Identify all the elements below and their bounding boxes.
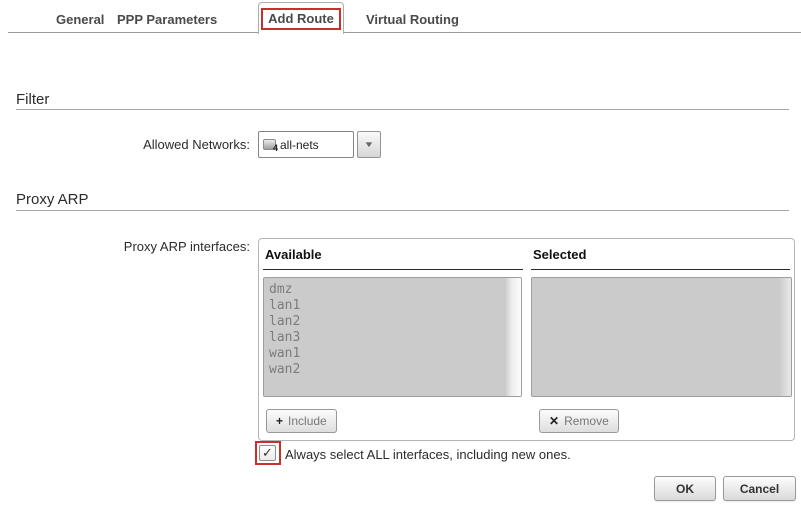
cross-icon: ✕ xyxy=(549,414,559,428)
filter-section-title: Filter xyxy=(16,91,49,108)
list-item[interactable]: dmz xyxy=(269,282,521,298)
tab-virtual-routing[interactable]: Virtual Routing xyxy=(366,6,459,32)
plus-icon: + xyxy=(276,414,283,428)
list-item[interactable]: wan1 xyxy=(269,346,521,362)
dual-list-headers: Available Selected xyxy=(263,247,790,270)
add-route-dialog: General PPP Parameters Add Route Virtual… xyxy=(0,0,801,509)
allowed-networks-dropdown-button[interactable]: ▼ xyxy=(357,131,381,158)
allowed-networks-value: all-nets xyxy=(280,138,319,152)
available-list: dmzlan1lan2lan3wan1wan2 xyxy=(264,278,521,378)
proxy-arp-interfaces-label: Proxy ARP interfaces: xyxy=(0,239,250,254)
select-all-checkbox[interactable]: ✓ xyxy=(259,445,276,461)
tab-add-route-label: Add Route xyxy=(268,11,334,26)
allowed-networks-dropdown: 4 all-nets ▼ xyxy=(258,131,381,158)
include-button-label: Include xyxy=(288,414,327,428)
chevron-down-icon: ▼ xyxy=(363,140,374,149)
list-item[interactable]: wan2 xyxy=(269,362,521,378)
tab-bar: General PPP Parameters Add Route Virtual… xyxy=(0,0,801,33)
list-item[interactable]: lan3 xyxy=(269,330,521,346)
allowed-networks-label: Allowed Networks: xyxy=(0,137,250,152)
tab-ppp-parameters[interactable]: PPP Parameters xyxy=(117,6,217,32)
ip4-network-icon: 4 xyxy=(263,139,276,150)
allowed-networks-field[interactable]: 4 all-nets xyxy=(258,131,354,158)
checkmark-icon: ✓ xyxy=(262,445,273,461)
remove-button[interactable]: ✕ Remove xyxy=(539,409,619,433)
filter-section-rule xyxy=(16,109,789,110)
annotation-box-add-route: Add Route xyxy=(261,8,341,30)
proxy-arp-section-rule xyxy=(16,210,789,211)
selected-listbox[interactable] xyxy=(531,277,792,397)
select-all-label: Always select ALL interfaces, including … xyxy=(285,447,571,462)
selected-list xyxy=(532,278,791,282)
tab-add-route[interactable]: Add Route xyxy=(258,2,344,34)
selected-header: Selected xyxy=(531,247,790,270)
available-scrollbar[interactable] xyxy=(504,278,521,396)
selected-listbox-edge xyxy=(779,278,791,396)
available-listbox[interactable]: dmzlan1lan2lan3wan1wan2 xyxy=(263,277,522,397)
list-item[interactable]: lan2 xyxy=(269,314,521,330)
cancel-button[interactable]: Cancel xyxy=(723,476,796,501)
proxy-arp-section-title: Proxy ARP xyxy=(16,191,89,208)
list-item[interactable]: lan1 xyxy=(269,298,521,314)
proxy-arp-dual-list: Available Selected dmzlan1lan2lan3wan1wa… xyxy=(258,238,795,441)
tab-bar-divider xyxy=(8,32,801,33)
available-header: Available xyxy=(263,247,523,270)
include-button[interactable]: + Include xyxy=(266,409,337,433)
tab-general[interactable]: General xyxy=(56,6,104,32)
ok-button[interactable]: OK xyxy=(654,476,716,501)
remove-button-label: Remove xyxy=(564,414,609,428)
